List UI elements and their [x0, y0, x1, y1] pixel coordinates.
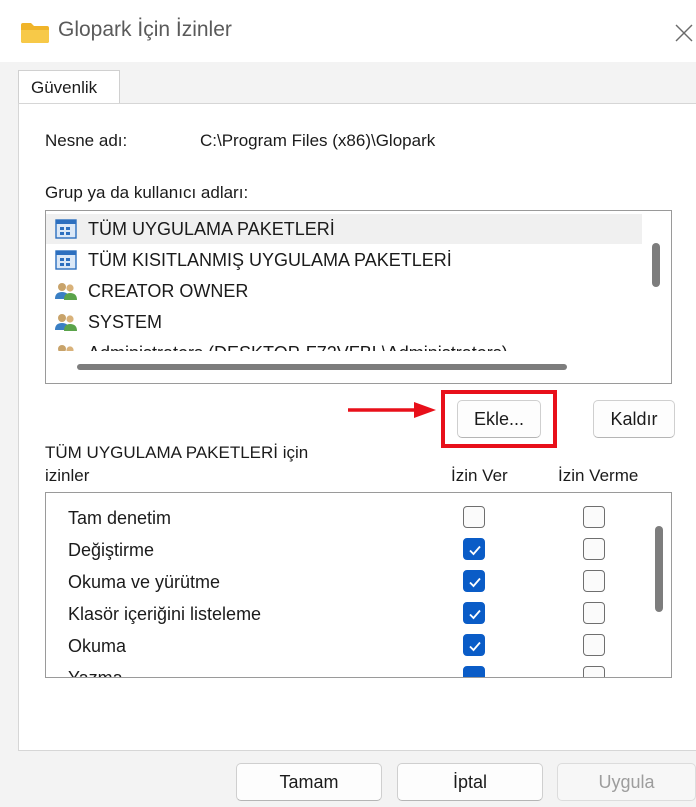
- permission-name: Yazma: [68, 668, 123, 678]
- remove-button[interactable]: Kaldır: [593, 400, 675, 438]
- permissions-title: TÜM UYGULAMA PAKETLERİ için: [45, 443, 309, 462]
- object-name-value: C:\Program Files (x86)\Glopark: [200, 131, 436, 150]
- permissions-dialog: Glopark İçin İzinler Güvenlik Nesne adı:…: [0, 0, 696, 807]
- permissions-title-2: izinler: [45, 466, 90, 485]
- allow-checkbox[interactable]: [463, 634, 485, 656]
- permission-row: Tam denetim: [46, 502, 642, 534]
- add-button[interactable]: Ekle...: [457, 400, 541, 438]
- group-item-label: TÜM KISITLANMIŞ UYGULAMA PAKETLERİ: [88, 250, 452, 270]
- permission-row: Yazma: [46, 662, 642, 678]
- tab-security-label: Güvenlik: [31, 78, 98, 97]
- apply-button[interactable]: Uygula: [557, 763, 696, 801]
- group-item-creator-owner[interactable]: CREATOR OWNER: [46, 276, 642, 306]
- ok-button[interactable]: Tamam: [236, 763, 382, 801]
- tab-security[interactable]: Güvenlik: [18, 70, 120, 104]
- group-item-label: TÜM UYGULAMA PAKETLERİ: [88, 219, 335, 239]
- allow-checkbox[interactable]: [463, 538, 485, 560]
- group-item-label: SYSTEM: [88, 312, 163, 332]
- group-item-label: CREATOR OWNER: [88, 281, 249, 301]
- deny-checkbox[interactable]: [583, 634, 605, 656]
- app-package-icon: [55, 219, 77, 239]
- deny-checkbox[interactable]: [583, 538, 605, 560]
- group-item-all-restricted-app-packages[interactable]: TÜM KISITLANMIŞ UYGULAMA PAKETLERİ: [46, 245, 642, 275]
- allow-column-header: İzin Ver: [451, 466, 508, 485]
- group-list[interactable]: TÜM UYGULAMA PAKETLERİ TÜM KISITLANMIŞ U…: [45, 210, 672, 384]
- cancel-button[interactable]: İptal: [397, 763, 543, 801]
- deny-checkbox[interactable]: [583, 570, 605, 592]
- permissions-list: Tam denetim Değiştirme Okuma ve yürütme …: [45, 492, 672, 678]
- allow-checkbox[interactable]: [463, 506, 485, 528]
- permission-name: Okuma: [68, 636, 127, 656]
- app-package-icon: [55, 250, 77, 270]
- group-list-label: Grup ya da kullanıcı adları:: [45, 183, 249, 202]
- permission-row: Okuma: [46, 630, 642, 662]
- annotation-arrow-icon: [348, 402, 436, 418]
- close-icon: [675, 24, 693, 42]
- window-title: Glopark İçin İzinler: [58, 18, 232, 41]
- permission-name: Klasör içeriğini listeleme: [68, 604, 262, 624]
- permission-row: Klasör içeriğini listeleme: [46, 598, 642, 630]
- allow-checkbox[interactable]: [463, 666, 485, 677]
- checkmark-icon: [469, 609, 481, 620]
- allow-checkbox[interactable]: [463, 602, 485, 624]
- permission-row: Okuma ve yürütme: [46, 566, 642, 598]
- users-icon: [55, 283, 77, 300]
- checkmark-icon: [469, 577, 481, 588]
- group-list-vertical-scrollbar[interactable]: [652, 243, 660, 287]
- title-bar: Glopark İçin İzinler: [0, 0, 696, 62]
- permission-row: Değiştirme: [46, 534, 642, 566]
- permission-name: Değiştirme: [68, 540, 155, 560]
- users-icon: [55, 314, 77, 331]
- deny-checkbox[interactable]: [583, 666, 605, 677]
- checkmark-icon: [469, 641, 481, 652]
- group-item-all-app-packages[interactable]: TÜM UYGULAMA PAKETLERİ: [46, 214, 642, 244]
- allow-checkbox[interactable]: [463, 570, 485, 592]
- checkmark-icon: [469, 545, 481, 556]
- object-name-label: Nesne adı:: [45, 131, 128, 150]
- deny-checkbox[interactable]: [583, 602, 605, 624]
- deny-checkbox[interactable]: [583, 506, 605, 528]
- permission-name: Tam denetim: [68, 508, 172, 528]
- group-list-horizontal-scrollbar[interactable]: [77, 364, 567, 370]
- deny-column-header: İzin Verme: [558, 466, 639, 485]
- folder-icon: [21, 23, 49, 43]
- permission-name: Okuma ve yürütme: [68, 572, 221, 592]
- group-item-system[interactable]: SYSTEM: [46, 307, 642, 337]
- close-button[interactable]: [668, 16, 696, 46]
- permissions-vertical-scrollbar[interactable]: [655, 526, 663, 612]
